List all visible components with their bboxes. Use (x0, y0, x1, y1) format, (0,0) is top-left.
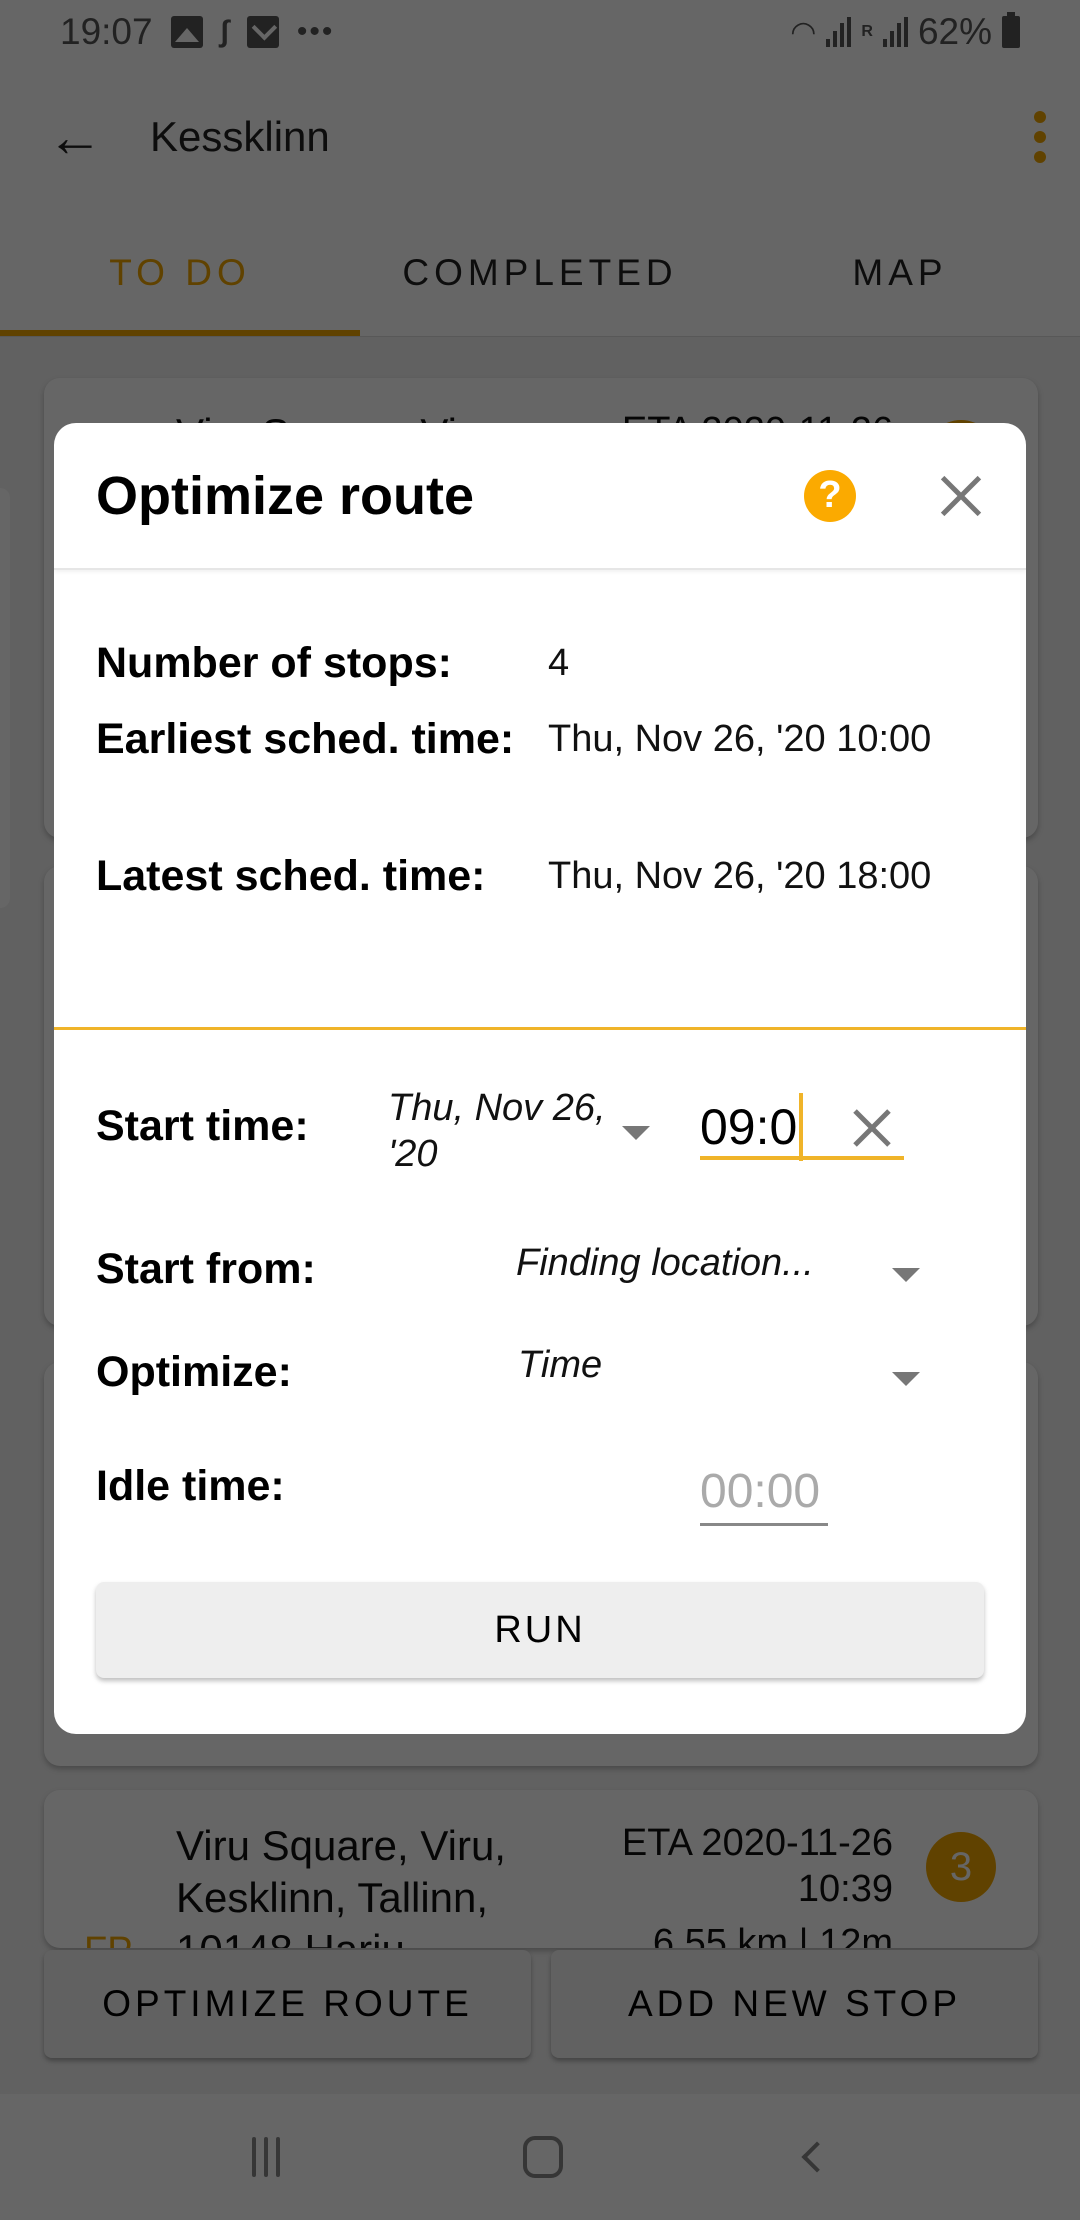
chevron-down-icon[interactable] (892, 1268, 920, 1282)
help-icon[interactable]: ? (804, 469, 856, 522)
clear-icon[interactable] (852, 1108, 892, 1148)
chevron-down-icon[interactable] (622, 1126, 650, 1140)
chevron-down-icon[interactable] (892, 1372, 920, 1386)
run-button[interactable]: RUN (96, 1582, 984, 1678)
idle-time-input[interactable]: 00:00 (700, 1460, 828, 1526)
dialog-title: Optimize route (96, 465, 475, 526)
summary-label: Latest sched. time: (96, 852, 486, 900)
summary-label: Earliest sched. time: (96, 715, 515, 763)
route-summary: Number of stops: 4 Earliest sched. time:… (54, 570, 1026, 1030)
start-time-value: 09:0 (700, 1099, 798, 1155)
optimize-form: Start time: Thu, Nov 26, '20 09:0 Start … (54, 1030, 1026, 1730)
start-time-label: Start time: (96, 1102, 309, 1150)
start-from-label: Start from: (96, 1245, 316, 1293)
optimize-select[interactable]: Time (518, 1344, 602, 1387)
dialog-header: Optimize route ? (54, 423, 1026, 570)
summary-value: Thu, Nov 26, '20 10:00 (548, 717, 932, 760)
summary-label: Number of stops: (96, 639, 452, 687)
close-icon[interactable] (938, 473, 984, 519)
summary-value: Thu, Nov 26, '20 18:00 (548, 854, 932, 897)
start-date-select[interactable]: Thu, Nov 26, '20 (388, 1085, 658, 1177)
optimize-label: Optimize: (96, 1348, 292, 1396)
summary-row-stops: Number of stops: 4 (96, 636, 984, 690)
text-cursor (799, 1093, 804, 1161)
start-from-select[interactable]: Finding location... (516, 1242, 814, 1285)
summary-row-earliest: Earliest sched. time: Thu, Nov 26, '20 1… (96, 712, 984, 766)
summary-value: 4 (548, 641, 570, 684)
summary-row-latest: Latest sched. time: Thu, Nov 26, '20 18:… (96, 849, 984, 903)
idle-time-label: Idle time: (96, 1462, 285, 1510)
optimize-route-dialog: Optimize route ? Number of stops: 4 Earl… (54, 423, 1026, 1734)
